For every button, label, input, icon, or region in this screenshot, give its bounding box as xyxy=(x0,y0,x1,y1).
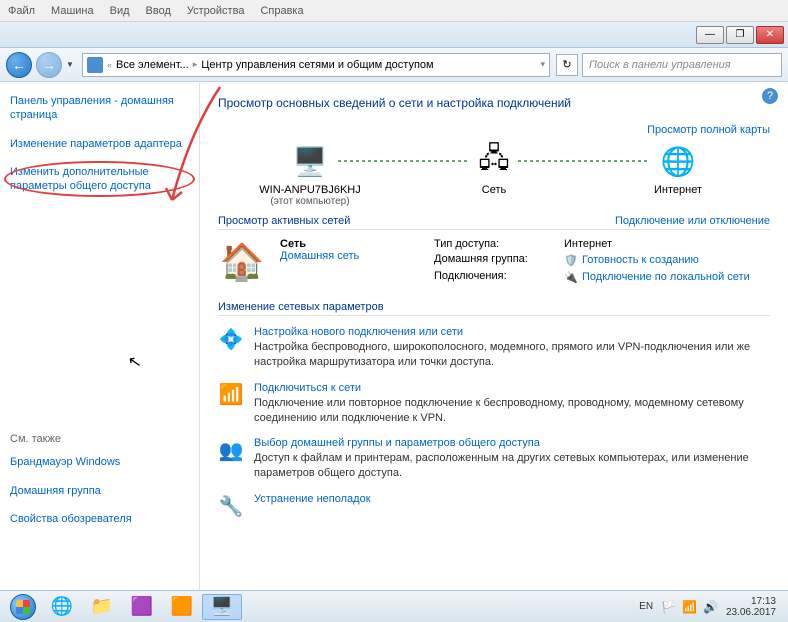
close-button[interactable]: ✕ xyxy=(756,26,784,44)
diagram-network: 🖧 Сеть xyxy=(419,142,569,196)
homegroup-icon: 👥 xyxy=(218,437,244,463)
diagram-this-pc: 🖥️ WIN-ANPU7BJ6KHJ (этот компьютер) xyxy=(235,142,385,207)
pc-name: WIN-ANPU7BJ6KHJ xyxy=(235,184,385,196)
change-settings-heading: Изменение сетевых параметров xyxy=(218,301,770,316)
sidebar-browser-props-link[interactable]: Свойства обозревателя xyxy=(10,512,189,526)
access-type-label: Тип доступа: xyxy=(434,238,564,250)
taskbar: 🌐 📁 🟪 🟧 🖥️ EN 🏳️ 📶 🔊 17:13 23.06.2017 xyxy=(0,590,788,622)
system-tray: EN 🏳️ 📶 🔊 17:13 23.06.2017 xyxy=(639,596,784,618)
sidebar-firewall-link[interactable]: Брандмауэр Windows xyxy=(10,455,189,469)
taskbar-clock[interactable]: 17:13 23.06.2017 xyxy=(726,596,776,618)
taskbar-ie[interactable]: 🌐 xyxy=(42,594,82,620)
new-connection-icon: 💠 xyxy=(218,326,244,352)
taskbar-app1[interactable]: 🟪 xyxy=(122,594,162,620)
chevron-down-icon[interactable]: ▾ xyxy=(540,59,545,70)
task-new-connection-title: Настройка нового подключения или сети xyxy=(254,326,770,338)
internet-label: Интернет xyxy=(603,184,753,196)
search-input[interactable]: Поиск в панели управления xyxy=(582,53,782,77)
navigation-bar: ← → ▼ « Все элемент... ▸ Центр управлени… xyxy=(0,48,788,82)
forward-button[interactable]: → xyxy=(36,52,62,78)
troubleshoot-icon: 🔧 xyxy=(218,493,244,519)
taskbar-explorer[interactable]: 📁 xyxy=(82,594,122,620)
tray-volume-icon[interactable]: 🔊 xyxy=(703,600,718,614)
task-connect-desc: Подключение или повторное подключение к … xyxy=(254,396,770,426)
sidebar-advanced-label: Изменить дополнительные параметры общего… xyxy=(10,166,151,192)
help-icon[interactable]: ? xyxy=(762,88,778,104)
task-homegroup[interactable]: 👥 Выбор домашней группы и параметров общ… xyxy=(218,437,770,481)
homegroup-label: Домашняя группа: xyxy=(434,253,564,267)
network-icon: 🖧 xyxy=(473,142,515,180)
tray-flag-icon[interactable]: 🏳️ xyxy=(661,600,676,614)
network-label: Сеть xyxy=(419,184,569,196)
sidebar-adapter-link[interactable]: Изменение параметров адаптера xyxy=(10,137,189,151)
task-new-connection-desc: Настройка беспроводного, широкополосного… xyxy=(254,340,770,370)
minimize-button[interactable]: — xyxy=(696,26,724,44)
tray-network-icon[interactable]: 📶 xyxy=(682,600,697,614)
connection-link[interactable]: 🔌Подключение по локальной сети xyxy=(564,270,750,284)
network-name: Сеть xyxy=(280,238,420,250)
clock-time: 17:13 xyxy=(726,596,776,607)
diagram-line-1 xyxy=(338,160,468,162)
vm-menu-view[interactable]: Вид xyxy=(110,5,130,17)
back-button[interactable]: ← xyxy=(6,52,32,78)
ethernet-icon: 🔌 xyxy=(564,270,578,284)
active-network-block: 🏠 Сеть Домашняя сеть Тип доступа:Интерне… xyxy=(218,238,770,287)
refresh-button[interactable]: ↻ xyxy=(556,54,578,76)
tray-lang[interactable]: EN xyxy=(639,601,653,612)
chevron-right-icon: ▸ xyxy=(193,59,198,70)
see-also-heading: См. также xyxy=(10,433,189,445)
homegroup-value-link[interactable]: 🛡️Готовность к созданию xyxy=(564,253,699,267)
shield-icon: 🛡️ xyxy=(564,253,578,267)
vm-menu-bar: Файл Машина Вид Ввод Устройства Справка xyxy=(0,0,788,22)
breadcrumb-all[interactable]: Все элемент... xyxy=(116,59,189,71)
diagram-internet: 🌐 Интернет xyxy=(603,142,753,196)
vm-menu-devices[interactable]: Устройства xyxy=(187,5,245,17)
breadcrumb-sep: « xyxy=(107,60,112,70)
address-bar[interactable]: « Все элемент... ▸ Центр управления сетя… xyxy=(82,53,550,77)
sidebar-homegroup-link[interactable]: Домашняя группа xyxy=(10,484,189,498)
computer-icon: 🖥️ xyxy=(289,142,331,180)
sidebar: Панель управления - домашняя страница Из… xyxy=(0,82,200,600)
task-connect-network[interactable]: 📶 Подключиться к сети Подключение или по… xyxy=(218,382,770,426)
task-homegroup-title: Выбор домашней группы и параметров общег… xyxy=(254,437,770,449)
vm-menu-help[interactable]: Справка xyxy=(260,5,303,17)
start-button[interactable] xyxy=(4,593,42,621)
windows-orb-icon xyxy=(10,594,36,620)
vm-menu-machine[interactable]: Машина xyxy=(51,5,94,17)
sidebar-home-link[interactable]: Панель управления - домашняя страница xyxy=(10,94,189,123)
globe-icon: 🌐 xyxy=(657,142,699,180)
diagram-line-2 xyxy=(518,160,648,162)
window-titlebar: — ❐ ✕ xyxy=(0,22,788,48)
active-networks-heading: Просмотр активных сетей xyxy=(218,215,350,227)
page-title: Просмотр основных сведений о сети и наст… xyxy=(218,96,770,110)
breadcrumb-current[interactable]: Центр управления сетями и общим доступом xyxy=(201,59,433,71)
task-connect-title: Подключиться к сети xyxy=(254,382,770,394)
connect-disconnect-link[interactable]: Подключение или отключение xyxy=(615,215,770,227)
sidebar-advanced-sharing-link[interactable]: Изменить дополнительные параметры общего… xyxy=(10,165,189,194)
control-panel-icon xyxy=(87,57,103,73)
home-network-icon: 🏠 xyxy=(218,238,266,286)
connect-network-icon: 📶 xyxy=(218,382,244,408)
taskbar-control-panel[interactable]: 🖥️ xyxy=(202,594,242,620)
maximize-button[interactable]: ❐ xyxy=(726,26,754,44)
taskbar-app2[interactable]: 🟧 xyxy=(162,594,202,620)
task-new-connection[interactable]: 💠 Настройка нового подключения или сети … xyxy=(218,326,770,370)
vm-menu-input[interactable]: Ввод xyxy=(146,5,171,17)
connections-label: Подключения: xyxy=(434,270,564,284)
task-troubleshoot-title: Устранение неполадок xyxy=(254,493,371,505)
vm-menu-file[interactable]: Файл xyxy=(8,5,35,17)
pc-subtitle: (этот компьютер) xyxy=(235,196,385,207)
network-diagram: 🖥️ WIN-ANPU7BJ6KHJ (этот компьютер) 🖧 Се… xyxy=(218,142,770,207)
view-full-map-link[interactable]: Просмотр полной карты xyxy=(218,124,770,136)
task-troubleshoot[interactable]: 🔧 Устранение неполадок xyxy=(218,493,770,519)
access-type-value: Интернет xyxy=(564,238,612,250)
clock-date: 23.06.2017 xyxy=(726,607,776,618)
network-type-link[interactable]: Домашняя сеть xyxy=(280,250,420,262)
task-homegroup-desc: Доступ к файлам и принтерам, расположенн… xyxy=(254,451,770,481)
main-content: ? Просмотр основных сведений о сети и на… xyxy=(200,82,788,600)
nav-history-dropdown[interactable]: ▼ xyxy=(66,60,78,69)
